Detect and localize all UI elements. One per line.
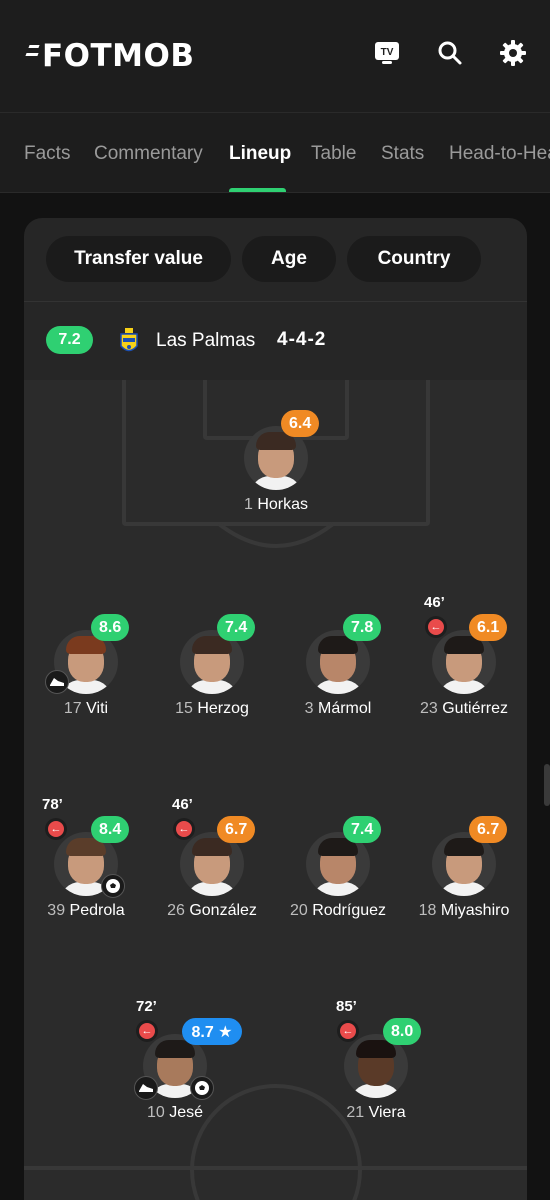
player-name: 15 Herzog xyxy=(175,700,249,717)
player-viera[interactable]: 85’ ← 8.0 21 Viera xyxy=(311,998,441,1132)
tv-button[interactable]: TV xyxy=(372,38,402,68)
player-gonzalez[interactable]: 46’ ← 6.7 26 González xyxy=(147,796,277,930)
goal-ball-icon xyxy=(190,1076,214,1100)
country-filter[interactable]: Country xyxy=(347,236,481,282)
player-name: 23 Gutiérrez xyxy=(419,700,509,717)
player-rating-badge: 7.8 xyxy=(343,614,382,641)
team-header: 7.2 Las Palmas 4-4-2 xyxy=(24,302,527,380)
search-button[interactable] xyxy=(435,38,465,68)
tab-lineup[interactable]: Lineup xyxy=(229,143,291,165)
player-name: 26 González xyxy=(167,902,257,919)
substituted-off-icon: ← xyxy=(337,1020,359,1042)
substituted-off-icon: ← xyxy=(136,1020,158,1042)
player-pedrola[interactable]: 78’ ← 8.4 39 Pedrola xyxy=(24,796,151,930)
player-rating-badge: 6.7 xyxy=(469,816,508,843)
scrollbar-handle[interactable] xyxy=(544,764,550,806)
lineup-card: Transfer value Age Country 7.2 Las Palma… xyxy=(24,218,527,1200)
substituted-off-icon: ← xyxy=(173,818,195,840)
tab-head-to-head[interactable]: Head-to-Head xyxy=(449,143,550,165)
team-formation: 4-4-2 xyxy=(277,329,327,350)
player-rating-badge: 8.0 xyxy=(383,1018,422,1045)
substitution-time: 46’ xyxy=(424,594,445,611)
transfer-value-filter[interactable]: Transfer value xyxy=(46,236,231,282)
player-name: 18 Miyashiro xyxy=(418,902,510,919)
settings-button[interactable] xyxy=(498,38,528,68)
substitution-time: 46’ xyxy=(172,796,193,813)
tab-table[interactable]: Table xyxy=(311,143,356,165)
player-rodriguez[interactable]: 7.4 20 Rodríguez xyxy=(273,810,403,930)
player-rating-badge: 7.4 xyxy=(343,816,382,843)
gear-icon xyxy=(500,40,526,66)
player-name: 1 Horkas xyxy=(243,496,309,513)
boot-icon xyxy=(134,1076,158,1100)
active-tab-indicator xyxy=(229,188,286,192)
las-palmas-crest-icon xyxy=(120,328,138,352)
search-icon xyxy=(438,41,462,65)
fotmob-logo[interactable]: FOTMOB xyxy=(26,36,195,76)
logo-mark-icon xyxy=(26,41,40,71)
player-gutierrez[interactable]: 46’ ← 6.1 23 Gutiérrez xyxy=(399,594,527,728)
match-tabs: Facts Commentary Lineup Table Stats Head… xyxy=(0,112,550,193)
player-name: 39 Pedrola xyxy=(47,902,125,919)
svg-text:TV: TV xyxy=(381,47,394,58)
substituted-off-icon: ← xyxy=(425,616,447,638)
player-rating-badge: 8.7 ★ xyxy=(182,1018,242,1045)
player-miyashiro[interactable]: 6.7 18 Miyashiro xyxy=(399,810,527,930)
player-name: 10 Jesé xyxy=(146,1104,204,1121)
logo-text: FOTMOB xyxy=(42,38,195,74)
boot-icon xyxy=(45,670,69,694)
tv-icon: TV xyxy=(375,42,399,64)
team-name: Las Palmas xyxy=(156,330,256,351)
substitution-time: 85’ xyxy=(336,998,357,1015)
player-viti[interactable]: 8.6 17 Viti xyxy=(24,608,151,728)
player-horkas[interactable]: 6.4 1 Horkas xyxy=(211,404,341,524)
player-rating-badge: 8.6 xyxy=(91,614,130,641)
tab-commentary[interactable]: Commentary xyxy=(94,143,203,165)
team-rating-badge: 7.2 xyxy=(46,326,93,354)
player-marmol[interactable]: 7.8 3 Mármol xyxy=(273,608,403,728)
player-rating-badge: 8.4 xyxy=(91,816,130,843)
player-rating-badge: 6.4 xyxy=(281,410,320,437)
player-jese[interactable]: 72’ ← 8.7 ★ 10 Jesé xyxy=(110,998,242,1132)
tab-facts[interactable]: Facts xyxy=(24,143,70,165)
player-rating-badge: 6.7 xyxy=(217,816,256,843)
player-rating-badge: 7.4 xyxy=(217,614,256,641)
age-filter[interactable]: Age xyxy=(242,236,336,282)
player-name: 17 Viti xyxy=(63,700,109,717)
goal-ball-icon xyxy=(101,874,125,898)
player-name: 20 Rodríguez xyxy=(289,902,387,919)
substituted-off-icon: ← xyxy=(45,818,67,840)
player-name: 21 Viera xyxy=(346,1104,406,1121)
player-herzog[interactable]: 7.4 15 Herzog xyxy=(147,608,277,728)
app-header: FOTMOB TV xyxy=(0,0,550,112)
tab-stats[interactable]: Stats xyxy=(381,143,424,165)
substitution-time: 72’ xyxy=(136,998,157,1015)
player-name: 3 Mármol xyxy=(304,700,372,717)
substitution-time: 78’ xyxy=(42,796,63,813)
pitch: 6.4 1 Horkas 8.6 17 Viti 7.4 15 Herzog 7… xyxy=(24,380,527,1200)
player-rating-badge: 6.1 xyxy=(469,614,508,641)
